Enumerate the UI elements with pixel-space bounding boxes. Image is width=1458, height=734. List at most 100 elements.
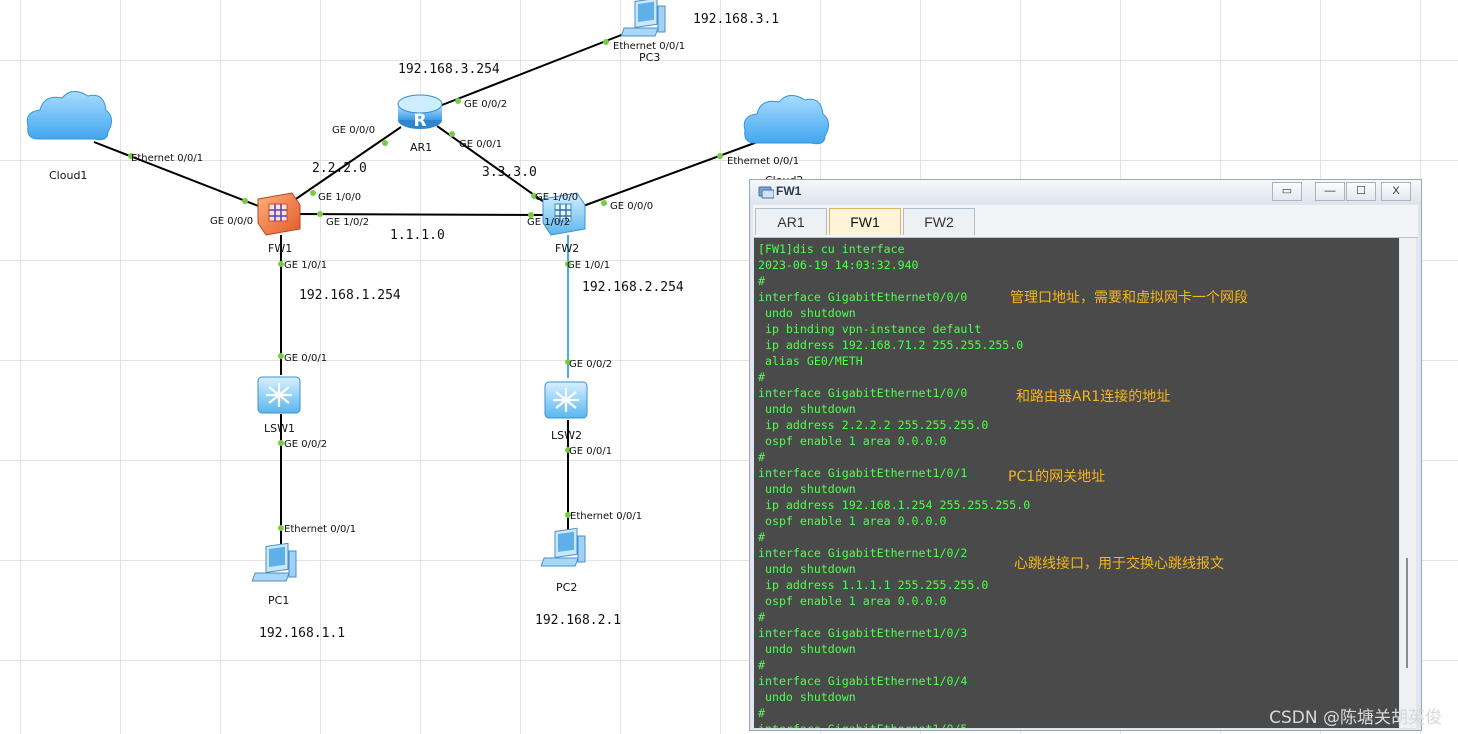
pc3-icon[interactable] [620,0,666,37]
port-fw2-ge101: GE 1/0/1 [567,260,610,271]
link-fw2-cloud2[interactable] [574,140,761,210]
window-titlebar[interactable]: FW1 ▭ — ☐ X [750,180,1421,204]
port-fw2-ge102: GE 1/0/2 [527,217,570,228]
ip-pc3: 192.168.3.1 [693,12,779,27]
console-line: interface GigabitEthernet1/0/0 [758,386,968,400]
console-line: # [758,658,765,672]
console-line: interface GigabitEthernet1/0/3 [758,626,968,640]
port-fw1-ge100: GE 1/0/0 [318,192,361,203]
console-line: # [758,274,765,288]
cloud1-icon[interactable] [26,90,113,141]
console-line: # [758,450,765,464]
ip-pc1: 192.168.1.1 [259,626,345,641]
annotation-pc1-gw: PC1的网关地址 [1008,469,1106,485]
console-line: interface GigabitEthernet1/0/5 [758,721,967,728]
console-line: ospf enable 1 area 0.0.0.0 [758,514,947,528]
port-fw1-ge000: GE 0/0/0 [210,216,253,227]
console-line: interface GigabitEthernet1/0/4 [758,674,968,688]
console-line: [FW1]dis cu interface [758,242,905,256]
console-line: interface GigabitEthernet0/0/0 [758,290,968,304]
ip-fw1-gw: 192.168.1.254 [299,288,401,303]
tab-fw1[interactable]: FW1 [829,208,901,235]
label-fw1: FW1 [268,242,292,255]
console-line: # [758,370,765,384]
console-line: ip binding vpn-instance default [758,322,982,336]
console-line: ip address 1.1.1.1 255.255.255.0 [758,578,989,592]
net-fw1-ar1: 2.2.2.0 [312,161,367,176]
net-fw2-ar1: 3.3.3.0 [482,165,537,180]
console-line: ip address 2.2.2.2 255.255.255.0 [758,418,989,432]
port-lsw2-ge001: GE 0/0/1 [569,446,612,457]
terminal-icon [758,186,774,199]
console-line: # [758,706,765,720]
console-line: undo shutdown [758,482,856,496]
annotation-heartbeat: 心跳线接口，用于交换心跳线报文 [1014,556,1224,572]
console-line: undo shutdown [758,562,856,576]
console-line: ospf enable 1 area 0.0.0.0 [758,594,947,608]
cloud2-icon[interactable] [743,94,830,145]
console-line: undo shutdown [758,306,856,320]
restore-button[interactable]: ▭ [1272,182,1302,201]
annotation-mgmt: 管理口地址，需要和虚拟网卡一个网段 [1010,290,1248,306]
port-pc1-eth: Ethernet 0/0/1 [284,524,356,535]
router-ar1-icon[interactable]: R [397,94,443,131]
annotation-ar1-link: 和路由器AR1连接的地址 [1016,389,1171,405]
console-line: undo shutdown [758,690,856,704]
console-line: interface GigabitEthernet1/0/2 [758,546,968,560]
minimize-button[interactable]: — [1315,182,1345,201]
label-ar1: AR1 [410,141,432,154]
ip-pc2: 192.168.2.1 [535,613,621,628]
console-line: alias GE0/METH [758,354,863,368]
port-fw2-ge100: GE 1/0/0 [535,192,578,203]
console-line: # [758,530,765,544]
link-fw1-fw2[interactable] [295,213,552,216]
label-lsw2: LSW2 [551,429,582,442]
ip-fw2-gw: 192.168.2.254 [582,280,684,295]
label-lsw1: LSW1 [264,422,295,435]
pc1-icon[interactable] [251,542,297,582]
port-cloud2-eth: Ethernet 0/0/1 [727,156,799,167]
tab-ar1[interactable]: AR1 [755,208,827,235]
switch-lsw2-icon[interactable] [543,380,589,420]
switch-lsw1-icon[interactable] [256,375,302,415]
port-ar1-ge000: GE 0/0/0 [332,125,375,136]
console-scrollbar-thumb[interactable] [1406,558,1408,668]
port-fw1-ge102: GE 1/0/2 [326,217,369,228]
port-lsw1-ge001: GE 0/0/1 [284,353,327,364]
label-fw2: FW2 [555,242,579,255]
device-tabs: AR1 FW1 FW2 [753,205,1418,238]
console-line: # [758,610,765,624]
console-line: undo shutdown [758,402,856,416]
port-lsw2-ge002: GE 0/0/2 [569,359,612,370]
maximize-button[interactable]: ☐ [1346,182,1376,201]
port-fw2-ge000: GE 0/0/0 [610,201,653,212]
svg-text:R: R [413,111,426,131]
ip-ar1-lan: 192.168.3.254 [398,62,500,77]
console-line: undo shutdown [758,642,856,656]
port-pc3-eth: Ethernet 0/0/1 [613,41,685,52]
label-cloud1: Cloud1 [49,169,87,182]
port-cloud1-eth: Ethernet 0/0/1 [131,153,203,164]
console-line: ip address 192.168.71.2 255.255.255.0 [758,338,1024,352]
close-button[interactable]: X [1381,182,1411,201]
net-heartbeat: 1.1.1.0 [390,228,445,243]
label-pc2: PC2 [556,581,577,594]
console-line: ip address 192.168.1.254 255.255.255.0 [758,498,1031,512]
fw1-console-window[interactable]: FW1 ▭ — ☐ X AR1 FW1 FW2 [FW1]dis cu inte… [749,179,1422,731]
tab-fw2[interactable]: FW2 [903,208,975,235]
console-scrollbar[interactable] [1400,238,1416,728]
port-ar1-ge002: GE 0/0/2 [464,99,507,110]
console-line: 2023-06-19 14:03:32.940 [758,258,919,272]
port-fw1-ge101: GE 1/0/1 [284,260,327,271]
firewall-fw1-icon[interactable] [257,192,301,236]
port-ar1-ge001: GE 0/0/1 [459,139,502,150]
label-pc3: PC3 [639,51,660,64]
label-pc1: PC1 [268,594,289,607]
watermark: CSDN @陈塘关胡英俊 [1269,708,1442,728]
port-lsw1-ge002: GE 0/0/2 [284,439,327,450]
console-line: ospf enable 1 area 0.0.0.0 [758,434,947,448]
console-line: interface GigabitEthernet1/0/1 [758,466,968,480]
pc2-icon[interactable] [540,527,586,567]
port-pc2-eth: Ethernet 0/0/1 [570,511,642,522]
window-title: FW1 [776,184,802,198]
